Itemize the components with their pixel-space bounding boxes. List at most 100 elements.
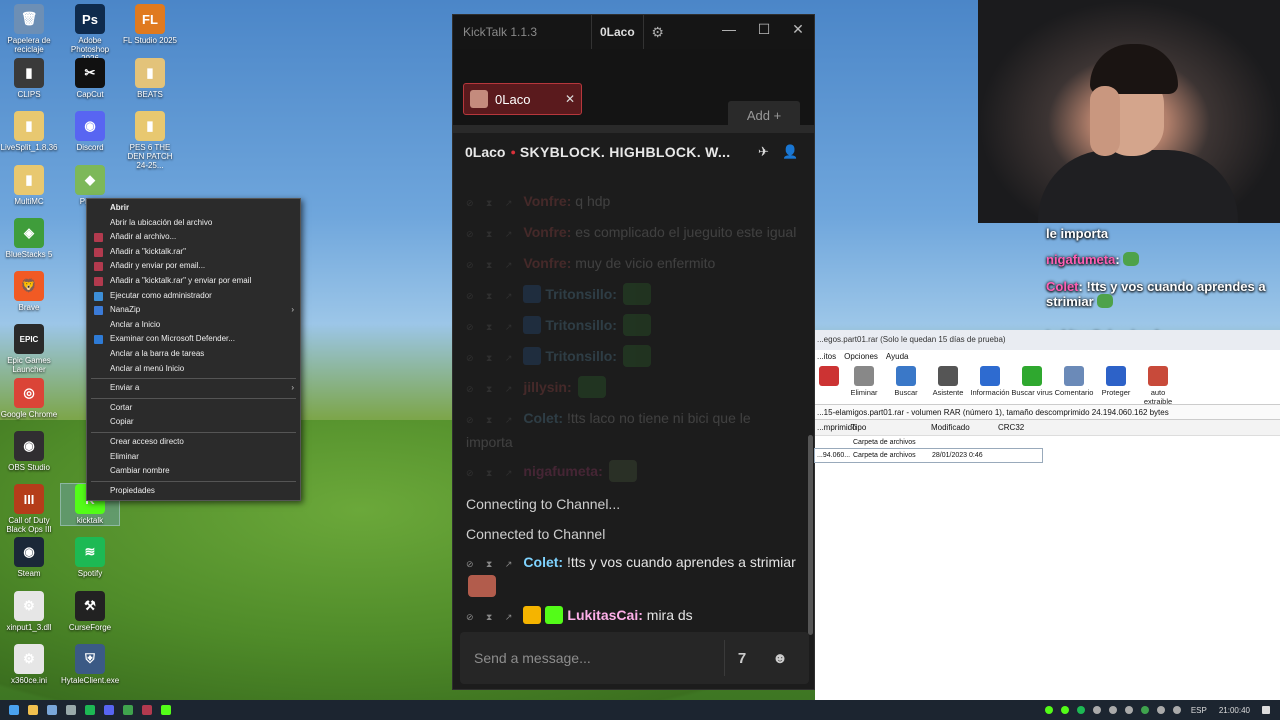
desktop-icon[interactable]: ▮ LiveSplit_1.8.36 — [0, 111, 58, 152]
language-indicator[interactable]: ESP — [1191, 706, 1207, 715]
menu-item[interactable]: Añadir al archivo... — [87, 230, 300, 245]
scrollbar[interactable] — [808, 435, 813, 635]
menu-item[interactable]: Anclar a Inicio — [87, 318, 300, 333]
col-crc[interactable]: CRC32 — [998, 420, 1024, 436]
menu-item[interactable]: Ejecutar como administrador — [87, 289, 300, 304]
desktop-icon[interactable]: ▮ BEATS — [121, 58, 179, 99]
chat-username[interactable]: Colet — [523, 554, 558, 570]
desktop-icon[interactable]: 🦁 Brave — [0, 271, 58, 312]
close-tab-icon[interactable]: ✕ — [565, 92, 581, 106]
menu-item[interactable]: Añadir a "kicktalk.rar" — [87, 245, 300, 260]
chat-username[interactable]: jillysin — [523, 379, 567, 395]
tray-icon[interactable] — [1044, 706, 1053, 714]
desktop-icon[interactable]: ⚙ x360ce.ini — [0, 644, 58, 685]
maximize-icon[interactable]: ☐ — [754, 21, 774, 38]
toolbar-button[interactable]: Eliminar — [843, 364, 885, 404]
app-icon[interactable] — [47, 705, 57, 715]
desktop-icon[interactable]: ▮ MultiMC — [0, 165, 58, 206]
volume-icon[interactable] — [1172, 706, 1181, 714]
app-icon[interactable] — [66, 705, 76, 715]
mod-tools[interactable]: ⊘ ⧗ ↗ — [466, 316, 517, 338]
desktop-icon[interactable]: 🗑 Papelera de reciclaje — [0, 4, 58, 54]
desktop-icon[interactable]: ▮ PES 6 THE DEN PATCH 24-25... — [121, 111, 179, 170]
desktop-icon[interactable]: FL FL Studio 2025 — [121, 4, 179, 45]
start-icon[interactable] — [9, 705, 19, 715]
message-input[interactable] — [474, 650, 714, 666]
tray-icon[interactable] — [1092, 706, 1101, 714]
chat-username[interactable]: Tritonsillo — [545, 286, 612, 302]
mod-tools[interactable]: ⊘ ⧗ ↗ — [466, 285, 517, 307]
menu-item[interactable]: Crear acceso directo — [87, 435, 300, 450]
mod-tools[interactable]: ⊘ ⧗ ↗ — [466, 378, 517, 400]
chat-username[interactable]: nigafumeta — [523, 463, 598, 479]
toolbar-button[interactable]: Asistente — [927, 364, 969, 404]
mod-tools[interactable]: ⊘ ⧗ ↗ — [466, 553, 517, 575]
toolbar-button[interactable] — [815, 364, 843, 404]
menu-item[interactable]: Anclar a la barra de tareas — [87, 347, 300, 362]
chat-username[interactable]: Vonfre — [523, 255, 566, 271]
toolbar-button[interactable]: Buscar — [885, 364, 927, 404]
menu-item[interactable]: Abrir — [87, 201, 300, 216]
menu-item[interactable]: Enviar a › — [87, 381, 300, 396]
table-row[interactable]: ...94.060... Carpeta de archivos 28/01/2… — [814, 448, 1043, 463]
discord-icon[interactable] — [104, 705, 114, 715]
chat-username[interactable]: LukitasCai — [567, 607, 638, 623]
tray-icon[interactable] — [1124, 706, 1133, 714]
chat-username[interactable]: Colet — [523, 410, 558, 426]
chat-username[interactable]: Vonfre — [523, 193, 566, 209]
col-type[interactable]: Tipo — [851, 420, 866, 436]
minimize-icon[interactable]: — — [719, 21, 739, 37]
desktop-icon[interactable]: ✂ CapCut — [61, 58, 119, 99]
desktop-icon[interactable]: ⚙ xinput1_3.dll — [0, 591, 58, 632]
gear-icon[interactable]: ⚙ — [644, 24, 672, 41]
winrar-icon[interactable] — [142, 705, 152, 715]
chat-username[interactable]: Vonfre — [523, 224, 566, 240]
tray-icon[interactable] — [1060, 706, 1069, 714]
mod-tools[interactable]: ⊘ ⧗ ↗ — [466, 606, 517, 628]
tray-icon[interactable] — [1076, 706, 1085, 714]
desktop-icon[interactable]: ◉ Steam — [0, 537, 58, 578]
toolbar-button[interactable]: Proteger — [1095, 364, 1137, 404]
desktop-icon[interactable]: ⛨ HytaleClient.exe — [61, 644, 119, 685]
app-icon[interactable] — [123, 705, 133, 715]
toolbar-button[interactable]: Buscar virus — [1011, 364, 1053, 404]
user-button[interactable]: 0Laco — [591, 15, 644, 49]
notifications-icon[interactable] — [1262, 706, 1270, 714]
clock[interactable]: 21:00:40 — [1219, 706, 1250, 715]
menu-item[interactable]: Ayuda — [886, 352, 909, 361]
desktop-icon[interactable]: PsAdobe Photoshop 2026 — [61, 4, 119, 63]
menu-item[interactable]: Abrir la ubicación del archivo — [87, 216, 300, 231]
desktop-icon[interactable]: ◎ Google Chrome — [0, 378, 58, 419]
menu-item[interactable]: Añadir a "kicktalk.rar" y enviar por ema… — [87, 274, 300, 289]
menu-item[interactable]: Cambiar nombre — [87, 464, 300, 479]
mic-icon[interactable] — [1108, 706, 1117, 714]
menu-item[interactable]: Anclar al menú Inicio — [87, 362, 300, 377]
tab-0laco[interactable]: 0Laco ✕ — [463, 83, 582, 115]
toolbar-button[interactable]: Comentario — [1053, 364, 1095, 404]
desktop-icon[interactable]: ◉ Discord — [61, 111, 119, 152]
mod-tools[interactable]: ⊘ ⧗ ↗ — [466, 223, 517, 245]
menu-item[interactable]: Propiedades — [87, 484, 300, 499]
mod-tools[interactable]: ⊘ ⧗ ↗ — [466, 347, 517, 369]
desktop-icon[interactable]: ▮ CLIPS — [0, 58, 58, 99]
close-icon[interactable]: ✕ — [788, 21, 808, 38]
tray-icon[interactable] — [1140, 706, 1149, 714]
desktop-icon[interactable]: EPIC Epic Games Launcher — [0, 324, 58, 374]
7tv-emote-icon[interactable]: 7 — [726, 642, 758, 674]
desktop-icon[interactable]: III Call of Duty Black Ops III — [0, 484, 58, 534]
menu-item[interactable]: ...itos — [817, 352, 836, 361]
explorer-icon[interactable] — [28, 705, 38, 715]
chat-username[interactable]: Tritonsillo — [545, 348, 612, 364]
user-icon[interactable]: 👤 — [782, 144, 798, 160]
menu-item[interactable]: NanaZip › — [87, 303, 300, 318]
chat-username[interactable]: Tritonsillo — [545, 317, 612, 333]
menu-item[interactable]: Copiar — [87, 415, 300, 430]
toolbar-button[interactable]: Información — [969, 364, 1011, 404]
toolbar-button[interactable]: auto extraible — [1137, 364, 1179, 406]
spotify-icon[interactable] — [85, 705, 95, 715]
mod-tools[interactable]: ⊘ ⧗ ↗ — [466, 192, 517, 214]
mod-tools[interactable]: ⊘ ⧗ ↗ — [466, 409, 517, 431]
emote-picker-icon[interactable]: ☻ — [764, 642, 796, 674]
mod-tools[interactable]: ⊘ ⧗ ↗ — [466, 254, 517, 276]
menu-item[interactable]: Opciones — [844, 352, 878, 361]
